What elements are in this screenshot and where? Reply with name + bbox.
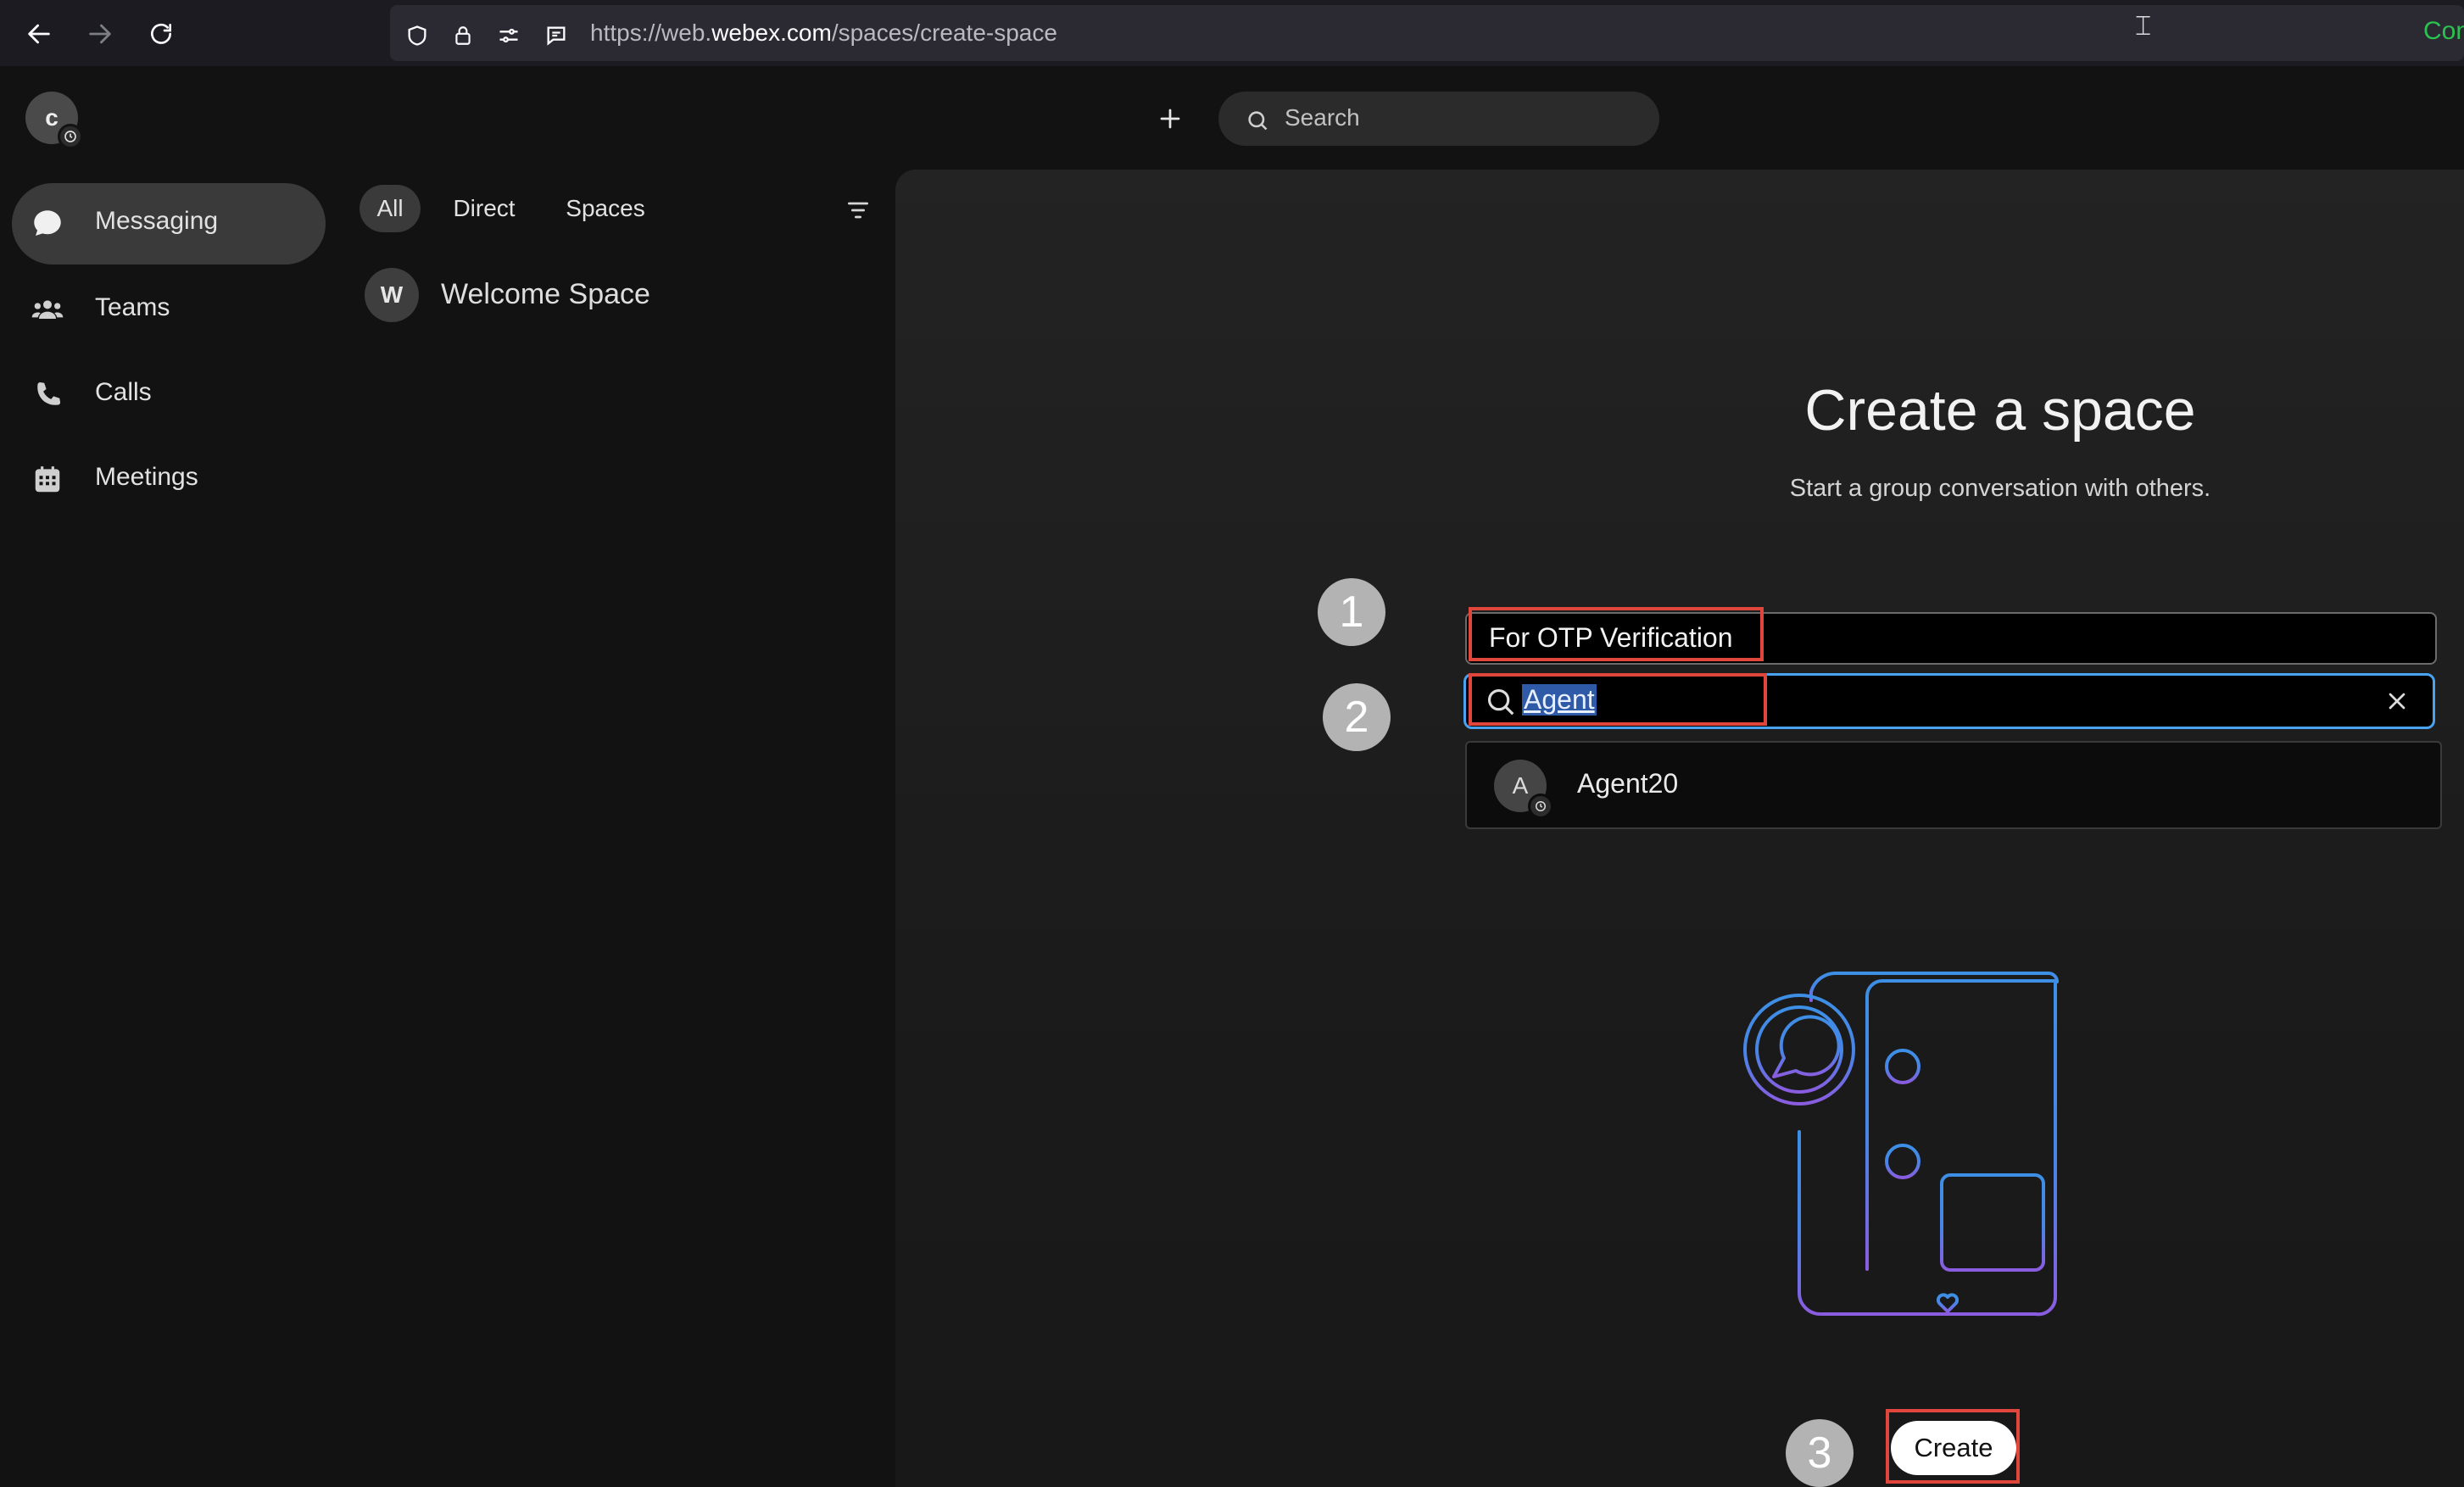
filter-list-icon[interactable] <box>845 197 872 224</box>
create-space-illustration <box>1743 971 2059 1317</box>
webex-app: c Search Messaging Teams Calls Meetings <box>0 66 2464 1487</box>
sidebar-item-messaging[interactable]: Messaging <box>12 183 326 265</box>
lock-icon[interactable] <box>449 22 477 49</box>
space-initial: W <box>380 281 404 308</box>
step-marker-3: 3 <box>1786 1419 1854 1487</box>
clear-icon[interactable] <box>2383 688 2411 715</box>
url-prefix: https://web. <box>590 19 712 46</box>
page-title: Create a space <box>1804 378 2196 443</box>
browser-toolbar: https://web.webex.com/spaces/create-spac… <box>0 0 2464 66</box>
avatar-initial: A <box>1512 772 1529 799</box>
status-clock-icon <box>58 124 83 149</box>
url-text[interactable]: https://web.webex.com/spaces/create-spac… <box>590 19 1057 47</box>
step-marker-2: 2 <box>1323 683 1391 751</box>
address-bar[interactable]: https://web.webex.com/spaces/create-spac… <box>390 5 2464 61</box>
search-result-item[interactable]: A Agent20 <box>1465 741 2442 829</box>
space-avatar: W <box>365 268 419 322</box>
calendar-icon <box>29 461 66 498</box>
result-name: Agent20 <box>1577 768 1679 799</box>
space-name: Welcome Space <box>441 278 650 310</box>
highlight-box <box>1469 607 1764 661</box>
text-cursor-icon: ⌶ <box>2135 10 2152 41</box>
sidebar-item-label: Messaging <box>95 207 219 235</box>
status-clock-icon <box>1528 794 1553 819</box>
phone-icon <box>29 376 66 414</box>
highlight-box <box>1886 1409 2020 1484</box>
highlight-box <box>1469 673 1767 726</box>
reload-icon[interactable] <box>142 15 180 53</box>
reader-view-icon[interactable] <box>543 22 570 49</box>
step-marker-1: 1 <box>1318 578 1385 646</box>
search-icon <box>1248 111 1268 131</box>
user-initial: c <box>45 104 59 131</box>
list-item[interactable]: W Welcome Space <box>360 261 885 329</box>
shield-icon[interactable] <box>404 22 431 49</box>
filter-label: Spaces <box>566 195 645 221</box>
new-plus-icon[interactable] <box>1151 100 1189 137</box>
people-icon <box>29 292 66 329</box>
url-host: webex.com <box>711 19 832 46</box>
toolbar-status-text[interactable]: Con <box>2423 17 2464 46</box>
sidebar-item-label: Calls <box>95 378 152 406</box>
user-avatar[interactable]: c <box>25 92 83 149</box>
url-path: /spaces/create-space <box>831 19 1057 46</box>
chat-bubble-icon <box>29 205 66 242</box>
sidebar-item-teams[interactable]: Teams <box>12 270 326 351</box>
global-search[interactable]: Search <box>1218 92 1659 146</box>
filter-all[interactable]: All <box>360 185 421 232</box>
filter-label: Direct <box>453 195 516 221</box>
filter-spaces[interactable]: Spaces <box>553 185 658 232</box>
permissions-icon[interactable] <box>495 22 522 49</box>
create-space-panel: Create a space Start a group conversatio… <box>895 170 2464 1487</box>
filter-direct[interactable]: Direct <box>438 185 531 232</box>
forward-arrow-icon[interactable] <box>81 15 119 53</box>
sidebar-item-label: Meetings <box>95 463 198 491</box>
back-arrow-icon[interactable] <box>20 15 58 53</box>
avatar: A <box>1494 760 1553 819</box>
page-subtitle: Start a group conversation with others. <box>1789 475 2211 502</box>
sidebar-item-meetings[interactable]: Meetings <box>12 439 326 521</box>
sidebar-item-label: Teams <box>95 293 170 321</box>
sidebar-item-calls[interactable]: Calls <box>12 354 326 436</box>
filter-label: All <box>376 195 404 221</box>
search-placeholder: Search <box>1285 104 1360 131</box>
